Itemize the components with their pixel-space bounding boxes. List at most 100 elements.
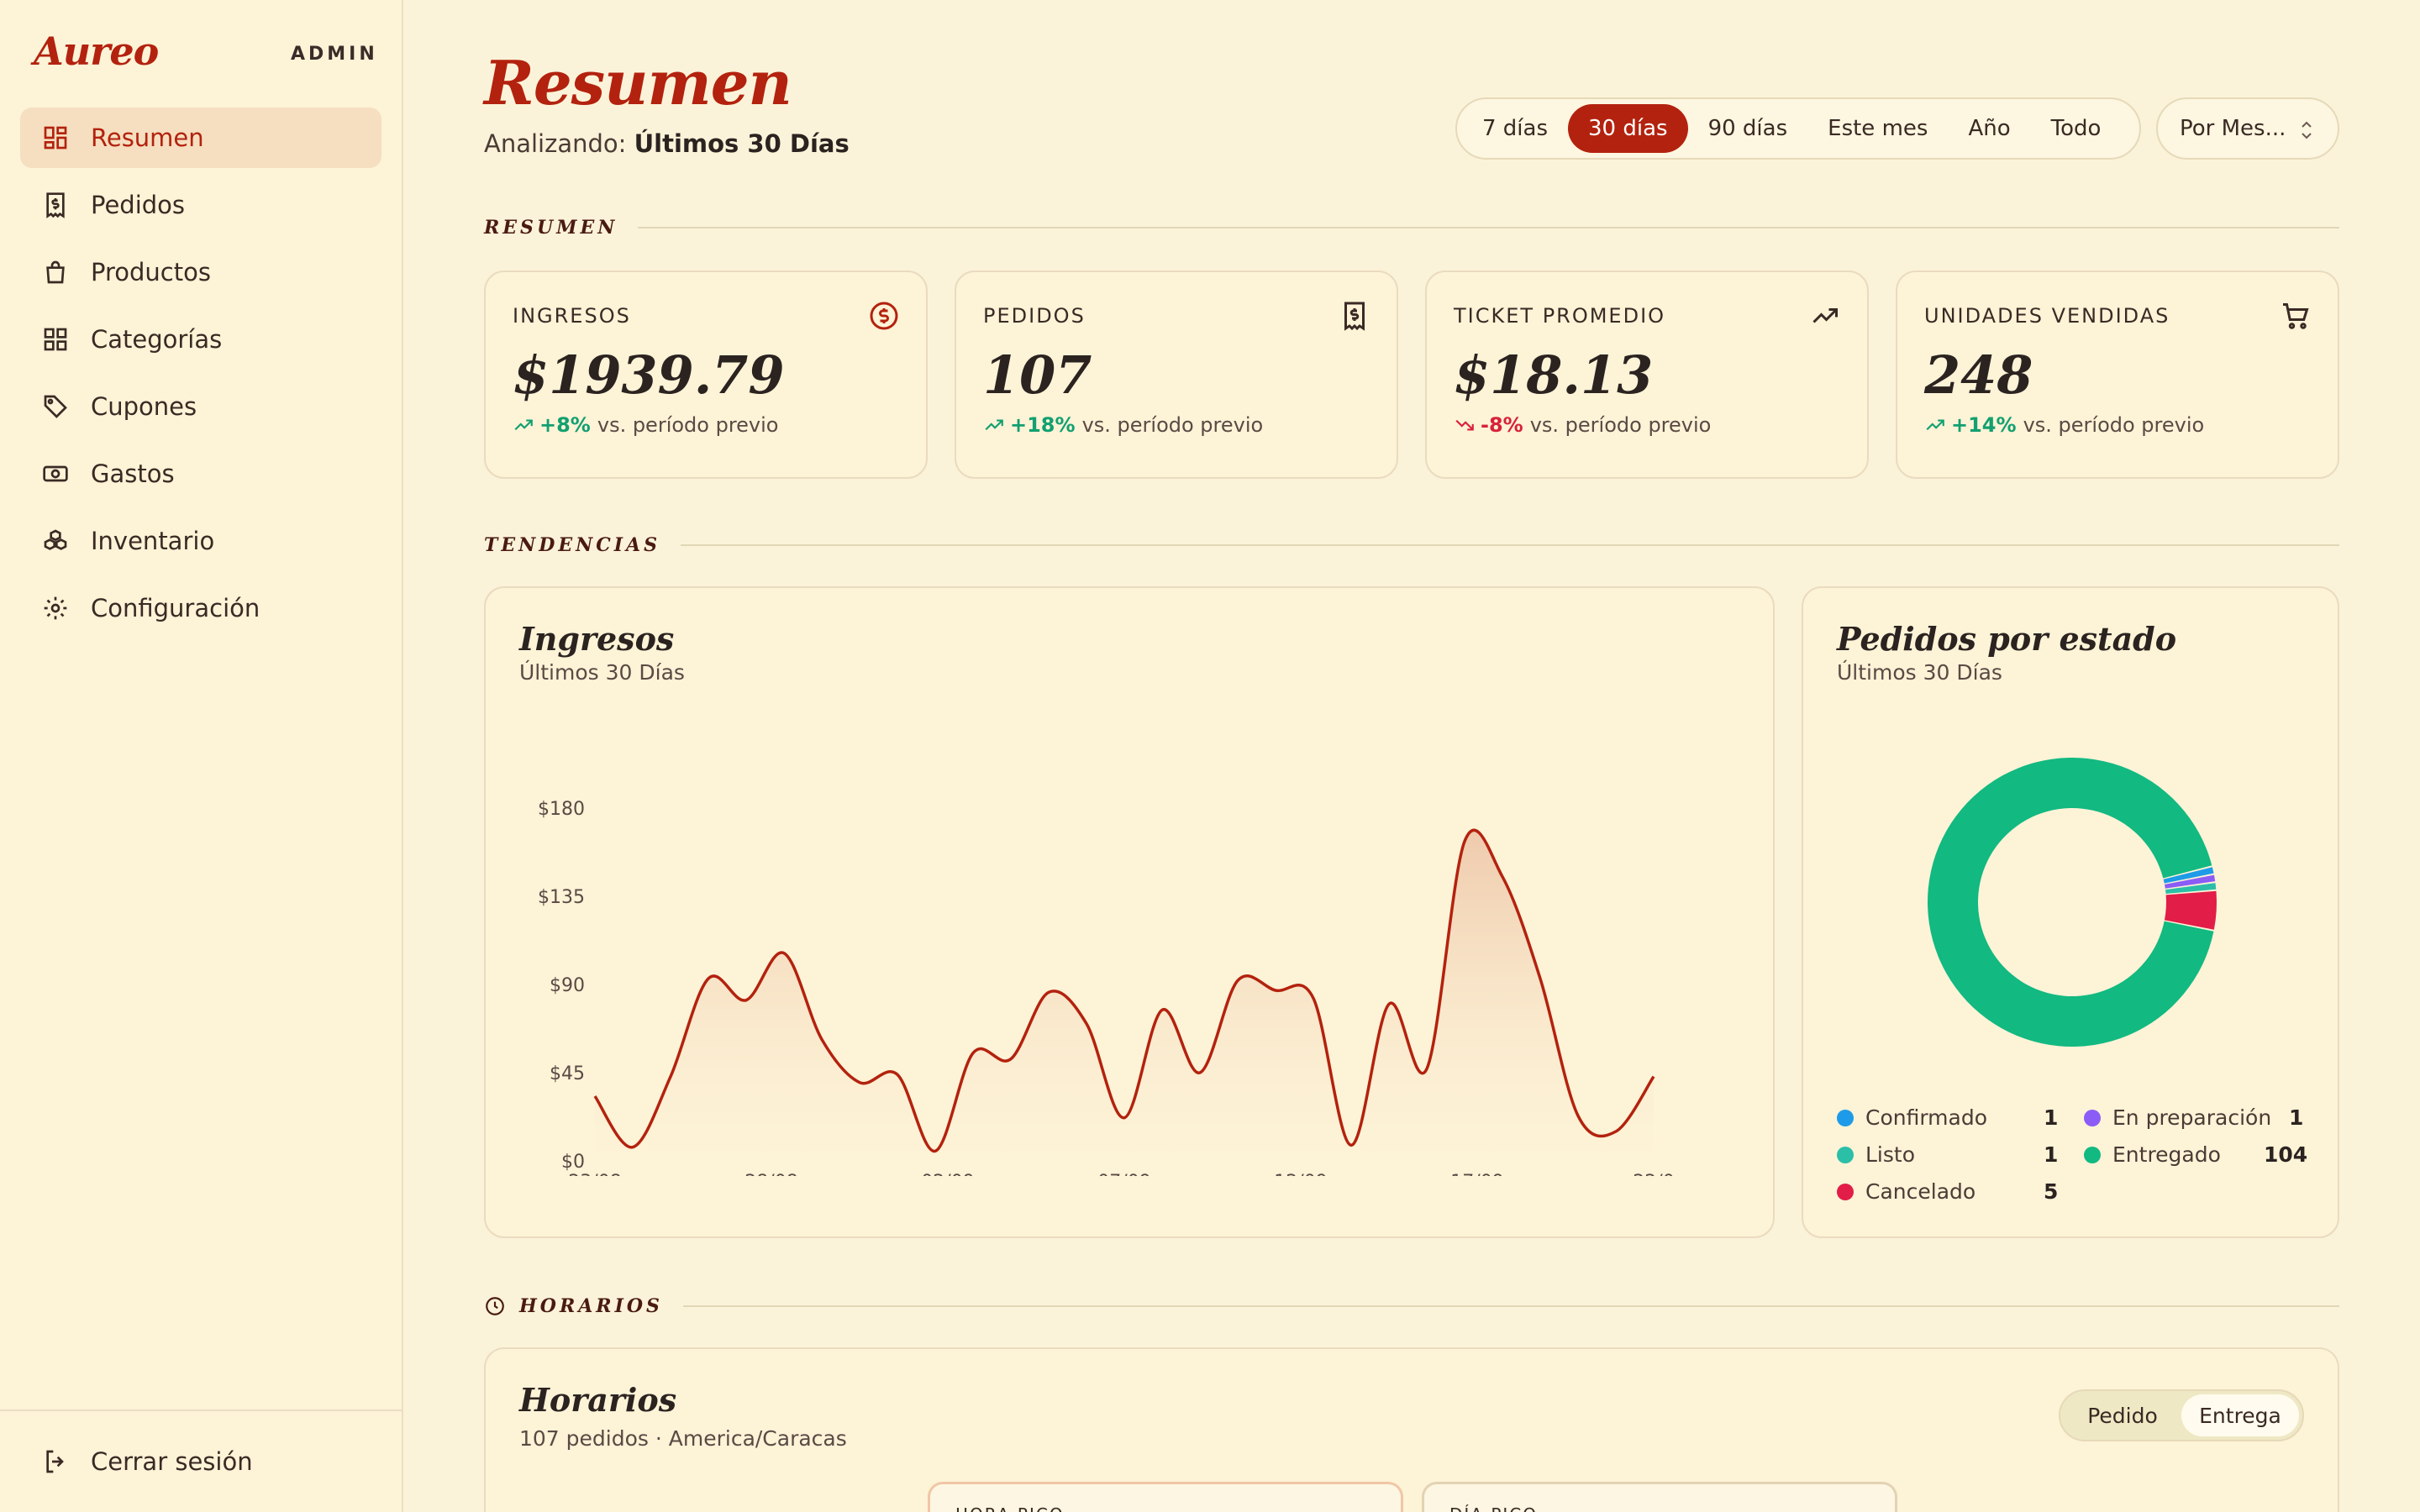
sidebar-item-categorias[interactable]: Categorías bbox=[20, 309, 381, 370]
kpi-card-unidades-vendidas: UNIDADES VENDIDAS 248 +14% vs. período p… bbox=[1896, 270, 2339, 479]
sidebar-item-configuracion[interactable]: Configuración bbox=[20, 578, 381, 638]
orders-status-donut[interactable] bbox=[1921, 751, 2223, 1053]
sidebar-item-productos[interactable]: Productos bbox=[20, 242, 381, 302]
range-7-days[interactable]: 7 días bbox=[1462, 104, 1568, 153]
toggle-entrega[interactable]: Entrega bbox=[2181, 1394, 2299, 1436]
logout-icon bbox=[46, 1450, 64, 1473]
sidebar-item-label: Inventario bbox=[91, 527, 215, 555]
horarios-mode-toggle: Pedido Entrega bbox=[2059, 1389, 2304, 1441]
x-tick-label: 02/09 bbox=[921, 1172, 974, 1176]
chart-subtitle: Últimos 30 Días bbox=[519, 660, 685, 685]
chart-title: Pedidos por estado bbox=[1837, 620, 2177, 658]
analyzing-value: Últimos 30 Días bbox=[634, 129, 850, 158]
horarios-card: Horarios 107 pedidos · America/Caracas P… bbox=[484, 1347, 2339, 1512]
kpi-delta: +8% vs. período previo bbox=[513, 413, 778, 437]
kpi-card-ticket-promedio: TICKET PROMEDIO $18.13 -8% vs. período p… bbox=[1425, 270, 1869, 479]
shopping-bag-icon bbox=[46, 260, 65, 284]
range-30-days[interactable]: 30 días bbox=[1568, 104, 1688, 153]
x-tick-label: 28/08 bbox=[744, 1172, 797, 1176]
peak-day-label: DÍA PICO bbox=[1449, 1504, 1538, 1512]
kpi-delta: +14% vs. período previo bbox=[1924, 413, 2204, 437]
x-tick-label: 12/09 bbox=[1274, 1172, 1327, 1176]
chart-title: Ingresos bbox=[519, 620, 675, 658]
tag-icon bbox=[44, 395, 67, 418]
legend-count: 1 bbox=[2289, 1105, 2304, 1130]
dashboard-icon bbox=[44, 126, 67, 150]
sidebar-item-label: Resumen bbox=[91, 123, 204, 152]
receipt-icon bbox=[46, 192, 65, 218]
revenue-chart-card: Ingresos Últimos 30 Días $0 $45 $90 $135 $18… bbox=[484, 586, 1775, 1238]
delta-percent: +8% bbox=[539, 413, 591, 437]
sidebar-nav: Resumen Pedidos Productos Categorías Cup… bbox=[20, 108, 381, 645]
delta-percent: +14% bbox=[1951, 413, 2017, 437]
legend-dot bbox=[2084, 1109, 2101, 1126]
kpi-title: TICKET PROMEDIO bbox=[1454, 304, 1666, 328]
section-horarios: HORARIOS bbox=[484, 1295, 2339, 1317]
revenue-area bbox=[595, 830, 1654, 1161]
delta-suffix: vs. período previo bbox=[597, 413, 779, 437]
sidebar-item-label: Configuración bbox=[91, 594, 260, 622]
peak-hour-label: HORA PICO bbox=[955, 1504, 1065, 1512]
sidebar-item-inventario[interactable]: Inventario bbox=[20, 511, 381, 571]
analyzing-prefix: Analizando: bbox=[484, 129, 627, 158]
x-tick-label: 22/0 bbox=[1633, 1172, 1674, 1176]
peak-hour-card: HORA PICO bbox=[928, 1482, 1403, 1512]
group-by-select[interactable]: Por Mes... bbox=[2156, 97, 2339, 160]
chart-subtitle: Últimos 30 Días bbox=[1837, 660, 2002, 685]
section-tendencias: TENDENCIAS bbox=[484, 534, 2339, 556]
x-tick-label: 07/09 bbox=[1097, 1172, 1150, 1176]
sidebar-item-pedidos[interactable]: Pedidos bbox=[20, 175, 381, 235]
range-90-days[interactable]: 90 días bbox=[1688, 104, 1808, 153]
section-resumen: RESUMEN bbox=[484, 217, 2339, 239]
revenue-line-chart[interactable]: $0 $45 $90 $135 $180 23/08 28/08 02/09 07/09 12/… bbox=[502, 706, 1738, 1176]
y-tick-label: $180 bbox=[538, 799, 585, 820]
sidebar-item-cupones[interactable]: Cupones bbox=[20, 376, 381, 437]
kpi-delta: -8% vs. período previo bbox=[1454, 413, 1711, 437]
y-tick-label: $0 bbox=[561, 1152, 585, 1173]
section-divider bbox=[638, 227, 2339, 228]
kpi-delta: +18% vs. período previo bbox=[983, 413, 1263, 437]
kpi-card-pedidos: PEDIDOS 107 +18% vs. período previo bbox=[955, 270, 1398, 479]
dollar-circle-icon bbox=[870, 302, 898, 330]
group-by-value: Por Mes... bbox=[2180, 116, 2286, 141]
legend-dot bbox=[1837, 1183, 1854, 1200]
sidebar-item-label: Gastos bbox=[91, 459, 175, 488]
banknote-icon bbox=[43, 465, 68, 482]
range-all[interactable]: Todo bbox=[2031, 104, 2122, 153]
x-tick-label: 23/08 bbox=[568, 1172, 621, 1176]
range-this-month[interactable]: Este mes bbox=[1807, 104, 1948, 153]
y-tick-label: $135 bbox=[538, 887, 585, 908]
logout-label: Cerrar sesión bbox=[91, 1447, 253, 1476]
x-tick-label: 17/09 bbox=[1450, 1172, 1503, 1176]
sidebar-item-gastos[interactable]: Gastos bbox=[20, 444, 381, 504]
trend-up-icon bbox=[514, 419, 533, 431]
delta-percent: +18% bbox=[1010, 413, 1076, 437]
peak-day-card: DÍA PICO bbox=[1422, 1482, 1897, 1512]
y-tick-label: $90 bbox=[550, 975, 585, 996]
trend-up-icon bbox=[1926, 419, 1944, 431]
delta-suffix: vs. período previo bbox=[1529, 413, 1712, 437]
legend-dot bbox=[1837, 1109, 1854, 1126]
logout-button[interactable]: Cerrar sesión bbox=[0, 1410, 402, 1512]
legend-dot bbox=[2084, 1146, 2101, 1163]
sidebar-item-resumen[interactable]: Resumen bbox=[20, 108, 381, 168]
sidebar-item-label: Productos bbox=[91, 258, 211, 286]
sidebar-item-label: Pedidos bbox=[91, 191, 186, 219]
kpi-value: 248 bbox=[1924, 344, 2033, 406]
section-title: RESUMEN bbox=[484, 217, 618, 239]
chevron-up-down-icon bbox=[2302, 121, 2312, 139]
legend-item-en-preparacion: En preparación 1 bbox=[2084, 1105, 2303, 1130]
sidebar-item-label: Categorías bbox=[91, 325, 223, 354]
kpi-title: UNIDADES VENDIDAS bbox=[1924, 304, 2170, 328]
legend-label: Listo bbox=[1865, 1142, 1915, 1167]
cart-icon bbox=[2283, 303, 2309, 329]
brand-logo[interactable]: Aureo bbox=[34, 29, 159, 74]
toggle-pedido[interactable]: Pedido bbox=[2064, 1394, 2181, 1436]
sidebar: Aureo ADMIN Resumen Pedidos Productos Ca… bbox=[0, 0, 403, 1512]
legend-item-entregado: Entregado 104 bbox=[2084, 1142, 2307, 1167]
legend-dot bbox=[1837, 1146, 1854, 1163]
kpi-value: $1939.79 bbox=[513, 344, 785, 406]
kpi-title: PEDIDOS bbox=[983, 304, 1086, 328]
range-year[interactable]: Año bbox=[1948, 104, 2030, 153]
delta-percent: -8% bbox=[1481, 413, 1523, 437]
